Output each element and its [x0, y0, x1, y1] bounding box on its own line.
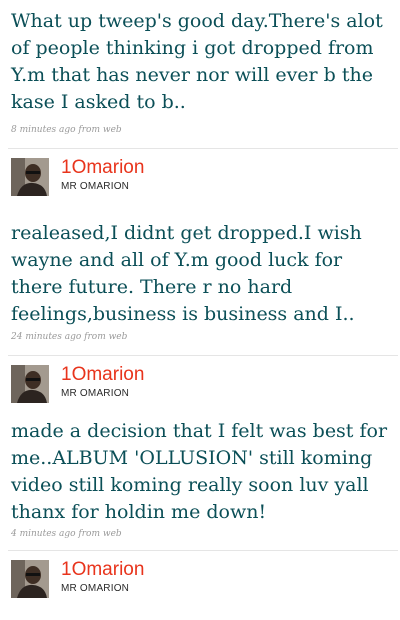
profile-photo-icon — [11, 365, 49, 403]
avatar[interactable] — [11, 365, 49, 403]
avatar[interactable] — [11, 158, 49, 196]
avatar[interactable] — [11, 560, 49, 598]
author-fullname: MR OMARION — [61, 181, 130, 192]
tweet-author: 1Omarion MR OMARION — [11, 364, 391, 405]
tweet-timestamp[interactable]: 24 minutes ago from web — [11, 332, 127, 342]
tweet-author: 1Omarion MR OMARION — [11, 559, 391, 600]
author-username[interactable]: 1Omarion — [61, 364, 144, 386]
tweet-text: made a decision that I felt was best for… — [11, 420, 388, 523]
profile-photo-icon — [11, 560, 49, 598]
tweet-timestamp[interactable]: 4 minutes ago from web — [11, 529, 122, 539]
tweet-divider — [8, 148, 398, 149]
profile-photo-icon — [11, 158, 49, 196]
tweet-feed: What up tweep's good day.There's alot of… — [0, 0, 400, 620]
tweet-divider — [8, 550, 398, 551]
tweet-text: realeased,I didnt get dropped.I wish way… — [11, 222, 362, 325]
tweet-timestamp[interactable]: 8 minutes ago from web — [11, 125, 122, 135]
author-fullname: MR OMARION — [61, 388, 130, 399]
author-username[interactable]: 1Omarion — [61, 559, 144, 581]
tweet-author: 1Omarion MR OMARION — [11, 157, 391, 198]
author-fullname: MR OMARION — [61, 583, 130, 594]
author-username[interactable]: 1Omarion — [61, 157, 144, 179]
tweet-text: What up tweep's good day.There's alot of… — [11, 10, 383, 113]
tweet-divider — [8, 355, 398, 356]
